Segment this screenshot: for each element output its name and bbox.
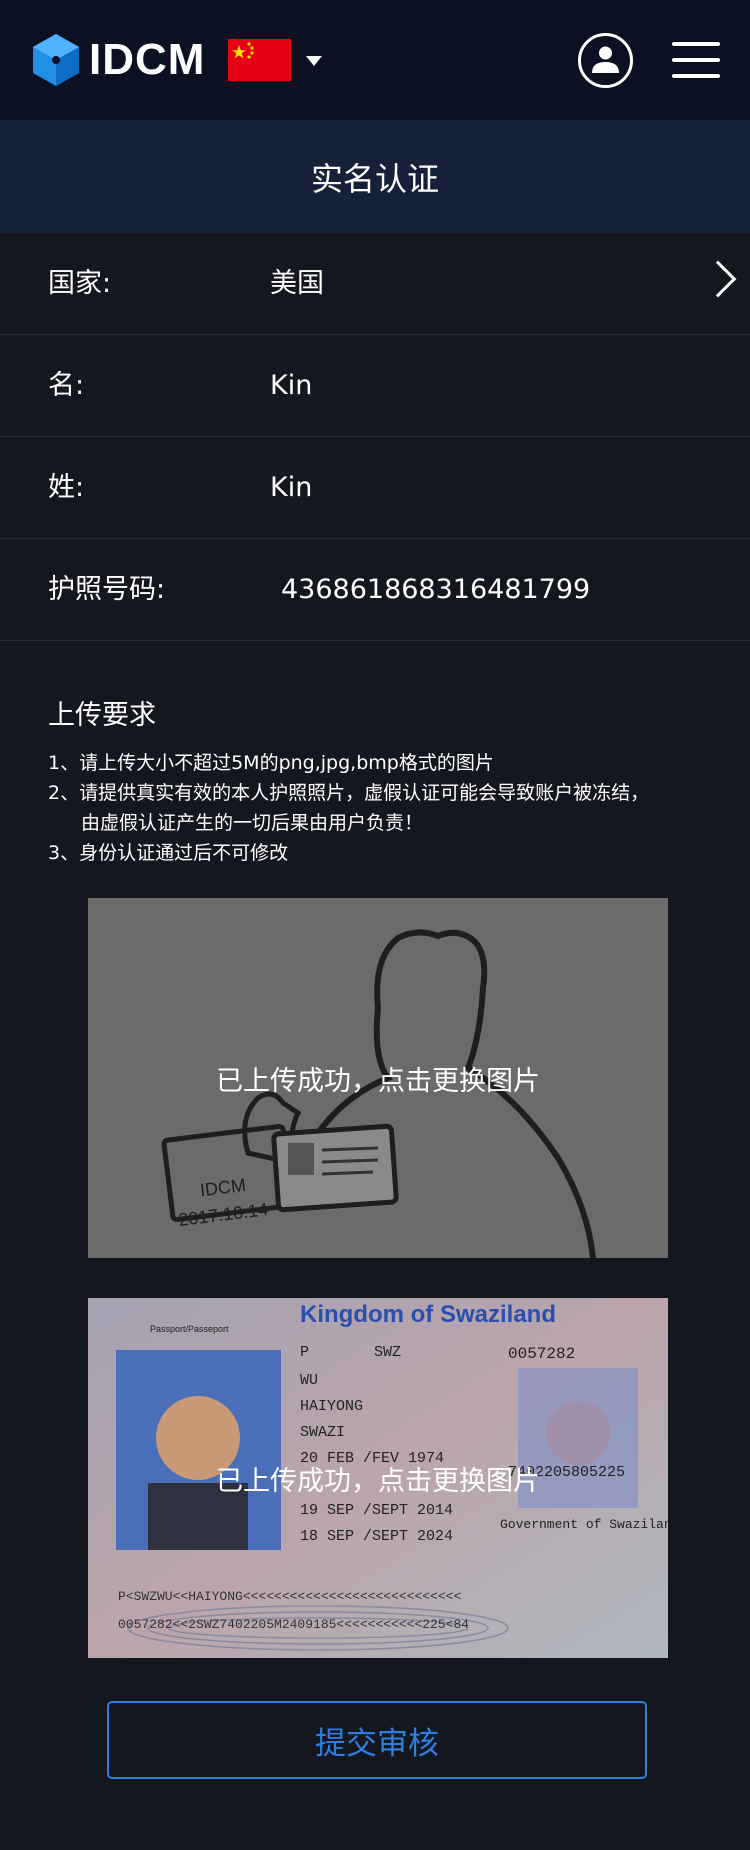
logo-text: IDCM [89,35,206,84]
country-value: 美国 [270,268,324,299]
handheld-photo-upload[interactable]: IDCM 2017.10.14 已上传成功，点击更换图片 [88,898,668,1258]
user-silhouette-icon [592,46,619,73]
requirement-line-2: 2、请提供真实有效的本人护照照片，虚假认证可能会导致账户被冻结， [48,782,650,804]
submit-review-button[interactable]: 提交审核 [107,1701,647,1779]
upload-status-text: 已上传成功，点击更换图片 [216,1465,540,1497]
first-name-label: 名: [48,370,85,401]
first-name-row: 名: Kin [0,335,750,437]
last-name-field[interactable]: Kin [270,437,312,539]
country-row[interactable]: 国家: 美国 [0,233,750,335]
page-title: 实名认证 [310,159,439,198]
passport-number-row: 护照号码: 436861868316481799 [0,539,750,641]
china-flag-icon[interactable] [228,39,291,81]
passport-number-field[interactable]: 436861868316481799 [281,539,590,641]
upload-requirements: 上传要求 1、请上传大小不超过5M的png,jpg,bmp格式的图片 2、请提供… [48,693,728,868]
upload-status-text: 已上传成功，点击更换图片 [216,1065,540,1097]
chevron-right-icon[interactable] [699,260,737,298]
last-name-label: 姓: [48,472,85,503]
hamburger-menu-icon[interactable] [672,40,720,80]
first-name-field[interactable]: Kin [270,335,312,437]
passport-number-label: 护照号码: [48,574,166,605]
last-name-row: 姓: Kin [0,437,750,539]
idcm-logo[interactable]: IDCM [33,34,205,86]
page-title-bar: 实名认证 [0,120,750,233]
requirement-line-2-cont: 由虚假认证产生的一切后果由用户负责！ [81,812,424,834]
passport-photo-upload[interactable]: Kingdom of Swaziland Passport/Passeport … [88,1298,668,1658]
top-navbar: IDCM [0,0,750,120]
requirements-title: 上传要求 [48,700,156,731]
country-label: 国家: [48,268,112,299]
flag-stars-icon [232,42,254,59]
requirement-line-3: 3、身份认证通过后不可修改 [48,842,289,864]
requirement-line-1: 1、请上传大小不超过5M的png,jpg,bmp格式的图片 [48,752,494,774]
cube-logo-icon [33,34,79,86]
user-circle-icon[interactable] [578,33,633,88]
language-dropdown-caret-icon[interactable] [306,56,322,66]
